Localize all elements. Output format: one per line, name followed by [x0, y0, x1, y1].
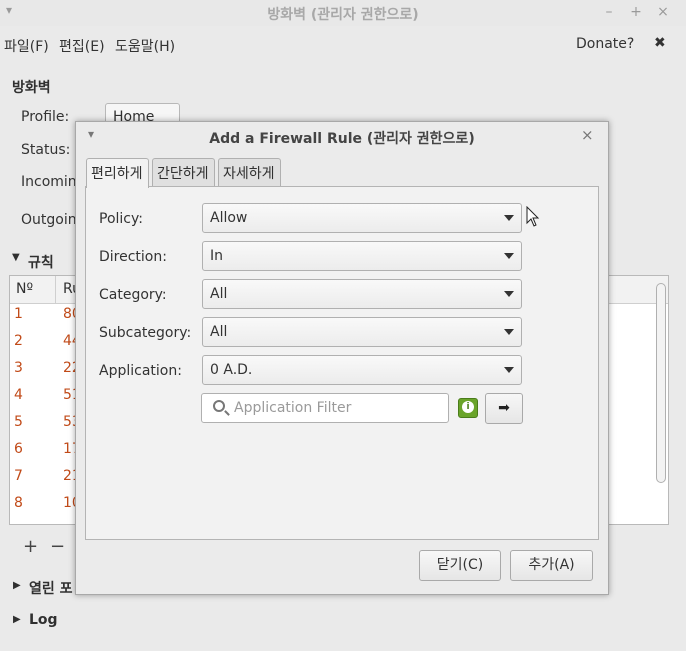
- mouse-cursor-icon: [526, 206, 540, 227]
- rules-expander-icon[interactable]: ▼: [12, 252, 20, 263]
- direction-select[interactable]: In: [202, 241, 522, 271]
- outgoing-label: Outgoin: [21, 212, 77, 228]
- menu-help[interactable]: 도움말(H): [115, 36, 175, 56]
- chevron-down-icon: [504, 215, 514, 221]
- tab-convenient[interactable]: 편리하게: [86, 158, 149, 188]
- category-select[interactable]: All: [202, 279, 522, 309]
- rule-number-cell[interactable]: 7: [14, 468, 23, 484]
- search-icon: [213, 400, 225, 412]
- column-number[interactable]: Nº: [16, 281, 33, 297]
- subcategory-select[interactable]: All: [202, 317, 522, 347]
- add-rule-button[interactable]: +: [23, 536, 38, 557]
- chevron-down-icon: [504, 367, 514, 373]
- chevron-down-icon: [504, 291, 514, 297]
- application-filter-input[interactable]: [232, 398, 442, 418]
- rule-number-cell[interactable]: 6: [14, 441, 23, 457]
- maximize-icon[interactable]: +: [628, 3, 644, 21]
- subcategory-value: All: [210, 324, 228, 340]
- application-select[interactable]: 0 A.D.: [202, 355, 522, 385]
- open-ports-expander-icon[interactable]: ▶: [13, 580, 21, 591]
- info-icon: i: [462, 401, 474, 413]
- add-button[interactable]: 추가(A): [510, 550, 593, 581]
- application-label: Application:: [99, 363, 182, 379]
- chevron-down-icon: [504, 253, 514, 259]
- category-label: Category:: [99, 287, 167, 303]
- info-button[interactable]: i: [458, 398, 478, 418]
- minimize-icon[interactable]: –: [601, 3, 617, 21]
- window-title: 방화벽 (관리자 권한으로): [267, 7, 419, 23]
- menu-file[interactable]: 파일(F): [4, 36, 49, 56]
- dialog-title: Add a Firewall Rule (관리자 권한으로): [209, 131, 475, 147]
- close-window-icon[interactable]: ×: [655, 3, 671, 21]
- status-label: Status:: [21, 142, 71, 158]
- donate-link[interactable]: Donate?: [576, 36, 634, 52]
- subcategory-label: Subcategory:: [99, 325, 192, 341]
- rule-number-cell[interactable]: 2: [14, 333, 23, 349]
- rules-header[interactable]: 규칙: [28, 252, 54, 272]
- rule-number-cell[interactable]: 1: [14, 306, 23, 322]
- profile-label: Profile:: [21, 109, 70, 125]
- close-button[interactable]: 닫기(C): [419, 550, 501, 581]
- rules-scrollbar[interactable]: [656, 283, 666, 483]
- rule-number-cell[interactable]: 3: [14, 360, 23, 376]
- log-header[interactable]: Log: [29, 612, 58, 628]
- apply-filter-button[interactable]: ➡: [485, 393, 523, 424]
- application-value: 0 A.D.: [210, 362, 253, 378]
- chevron-down-icon: [504, 329, 514, 335]
- main-titlebar: ▾ 방화벽 (관리자 권한으로) – + ×: [0, 0, 686, 26]
- policy-select[interactable]: Allow: [202, 203, 522, 233]
- incoming-label: Incomin: [21, 174, 77, 190]
- policy-label: Policy:: [99, 211, 143, 227]
- dialog-close-icon[interactable]: ×: [581, 126, 594, 144]
- remove-rule-button[interactable]: −: [50, 536, 65, 557]
- direction-value: In: [210, 248, 224, 264]
- tab-simple[interactable]: 간단하게: [152, 158, 215, 186]
- open-ports-header[interactable]: 열린 포: [29, 578, 73, 598]
- log-expander-icon[interactable]: ▶: [13, 614, 21, 625]
- donate-close-icon[interactable]: ✖: [654, 35, 666, 51]
- column-divider: [55, 276, 56, 304]
- direction-label: Direction:: [99, 249, 167, 265]
- add-rule-dialog: ▾ Add a Firewall Rule (관리자 권한으로) × 편리하게 …: [75, 121, 609, 595]
- rule-number-cell[interactable]: 5: [14, 414, 23, 430]
- arrow-right-icon: ➡: [498, 400, 510, 416]
- rule-number-cell[interactable]: 8: [14, 495, 23, 511]
- firewall-header: 방화벽: [12, 80, 51, 96]
- rule-number-cell[interactable]: 4: [14, 387, 23, 403]
- policy-value: Allow: [210, 210, 248, 226]
- menu-edit[interactable]: 편집(E): [59, 36, 105, 56]
- tab-panel: Policy: Allow Direction: In Category: Al…: [85, 186, 599, 540]
- application-filter-field[interactable]: [201, 393, 449, 423]
- tab-advanced[interactable]: 자세하게: [218, 158, 281, 186]
- category-value: All: [210, 286, 228, 302]
